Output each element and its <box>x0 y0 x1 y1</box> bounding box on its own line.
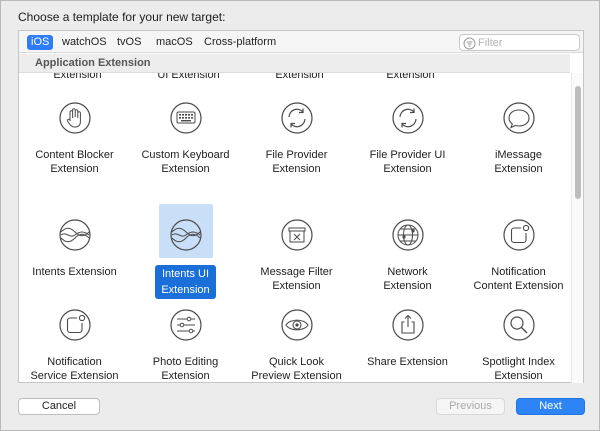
cancel-button[interactable]: Cancel <box>18 398 100 415</box>
notification-icon <box>503 219 535 251</box>
previous-button[interactable]: Previous <box>436 398 505 415</box>
vertical-scrollbar[interactable] <box>571 73 583 383</box>
share-icon <box>392 309 424 341</box>
globe-icon <box>392 219 424 251</box>
section-header: Application Extension <box>19 54 570 73</box>
partial-label: UI Extension <box>157 73 220 81</box>
sliders-icon <box>170 309 202 341</box>
template-label: Intents Extension <box>32 266 117 278</box>
waves-icon <box>170 219 202 251</box>
sync-arrows-icon <box>281 102 313 134</box>
filter-icon <box>463 37 476 50</box>
partial-label: Extension <box>386 73 435 81</box>
speech-bubble-icon <box>503 102 535 134</box>
partial-label: Extension <box>275 73 324 81</box>
notification-icon <box>59 309 91 341</box>
keyboard-icon <box>170 102 202 134</box>
template-label: Photo Editing Extension <box>152 356 219 382</box>
tab-macos[interactable]: macOS <box>152 35 197 50</box>
template-label: Share Extension <box>367 356 448 368</box>
magnifier-icon <box>503 309 535 341</box>
template-label: Notification Content Extension <box>473 266 564 292</box>
hand-icon <box>59 102 91 134</box>
template-label: Message Filter Extension <box>260 266 333 292</box>
template-label: iMessage Extension <box>494 149 543 175</box>
template-label: Custom Keyboard Extension <box>141 149 230 175</box>
scrollbar-thumb[interactable] <box>575 86 581 199</box>
filter-field[interactable] <box>459 34 580 51</box>
section-title: Application Extension <box>35 57 151 69</box>
tab-watchos[interactable]: watchOS <box>58 35 111 50</box>
eye-icon <box>281 309 313 341</box>
template-label: Spotlight Index Extension <box>482 356 555 382</box>
template-label: Content Blocker Extension <box>35 149 114 175</box>
template-label: File Provider Extension <box>265 149 328 175</box>
template-label: File Provider UI Extension <box>369 149 446 175</box>
partial-label: Extension <box>53 73 102 81</box>
sync-arrows-icon <box>392 102 424 134</box>
template-label: Quick Look Preview Extension <box>251 356 342 382</box>
template-grid: Extension UI Extension Extension Extensi… <box>19 73 570 383</box>
tab-cross-platform[interactable]: Cross-platform <box>200 35 280 50</box>
tab-ios[interactable]: iOS <box>27 35 54 50</box>
filter-input[interactable] <box>478 36 576 49</box>
waves-icon <box>59 219 91 251</box>
template-chooser-sheet: Choose a template for your new target: i… <box>0 0 600 431</box>
tab-tvos[interactable]: tvOS <box>113 35 145 50</box>
dialog-prompt: Choose a template for your new target: <box>18 10 226 24</box>
template-label: Intents UI Extension <box>130 265 241 299</box>
filter-box-icon <box>281 219 313 251</box>
template-label: Network Extension <box>383 266 432 292</box>
platform-bar: iOS watchOS tvOS macOS Cross-platform <box>19 31 583 53</box>
template-label: Notification Service Extension <box>30 356 119 382</box>
next-button[interactable]: Next <box>516 398 585 415</box>
template-panel: iOS watchOS tvOS macOS Cross-platform Ap… <box>18 30 584 383</box>
